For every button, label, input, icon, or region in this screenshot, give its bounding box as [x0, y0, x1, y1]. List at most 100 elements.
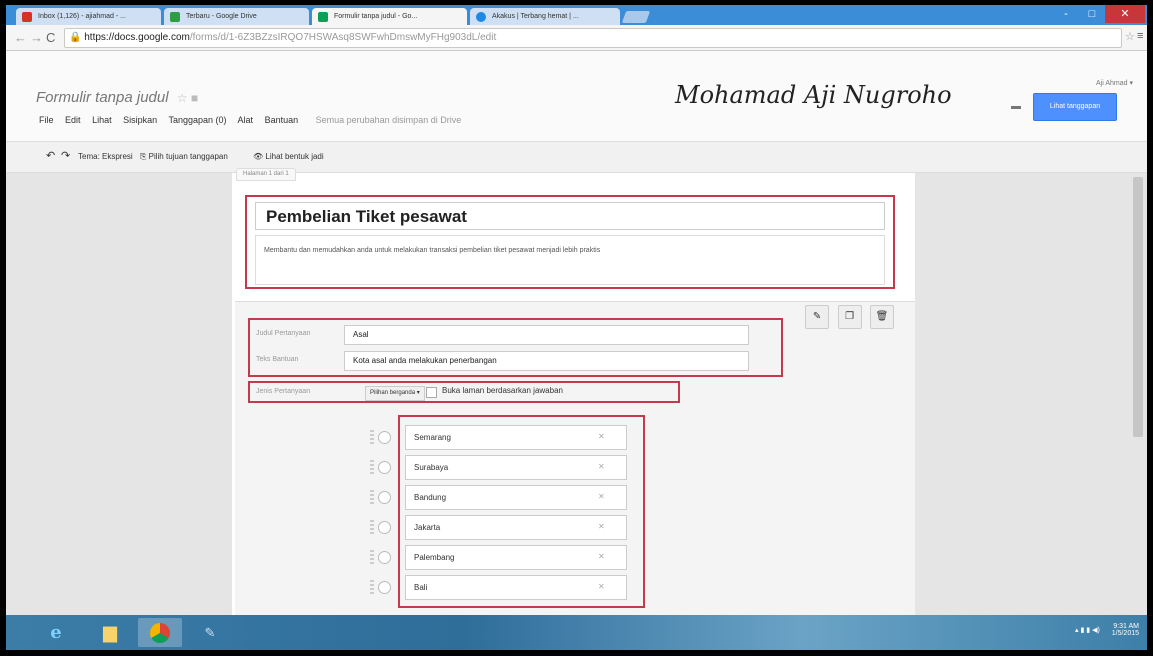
paint-icon[interactable]: ✎: [188, 618, 232, 647]
tray-icons[interactable]: ▴ ▮ ▮ ◀): [1075, 627, 1100, 634]
doc-title-text: Formulir tanpa judul: [36, 89, 169, 106]
question-title-input[interactable]: Asal: [344, 325, 749, 345]
destination-icon: ⎘: [140, 152, 149, 161]
file-explorer-icon[interactable]: ▆: [88, 618, 132, 647]
question-title-label: Judul Pertanyaan: [256, 330, 311, 337]
drag-handle[interactable]: [370, 460, 374, 474]
scrollbar[interactable]: [1133, 177, 1143, 437]
response-destination-button[interactable]: ⎘ Pilih tujuan tanggapan: [140, 152, 228, 162]
option-input[interactable]: Palembang: [405, 545, 627, 570]
chrome-icon[interactable]: [138, 618, 182, 647]
close-window-button[interactable]: ✕: [1105, 5, 1145, 23]
theme-button[interactable]: Tema: Ekspresi: [78, 152, 133, 161]
remove-option-icon[interactable]: ✕: [598, 492, 605, 501]
drag-handle[interactable]: [370, 490, 374, 504]
remove-option-icon[interactable]: ✕: [598, 582, 605, 591]
remove-option-icon[interactable]: ✕: [598, 552, 605, 561]
menu-help[interactable]: Bantuan: [265, 115, 299, 125]
bookmark-star-icon[interactable]: ☆: [1125, 30, 1135, 43]
option-input[interactable]: Surabaya: [405, 455, 627, 480]
drag-handle[interactable]: [370, 580, 374, 594]
question-type-select[interactable]: Pilihan berganda ▾: [365, 386, 425, 401]
new-tab-button[interactable]: [621, 11, 651, 23]
duplicate-icon[interactable]: ❐: [837, 305, 862, 329]
eye-icon: 👁: [253, 152, 266, 161]
menu-insert[interactable]: Sisipkan: [123, 115, 157, 125]
system-tray: ▴ ▮ ▮ ◀) 9:31 AM 1/5/2015: [1075, 623, 1139, 637]
clock-date: 1/5/2015: [1111, 630, 1139, 637]
screen: Inbox (1,126) - ajiahmad - ... Terbaru -…: [6, 5, 1147, 650]
drag-handle[interactable]: [370, 520, 374, 534]
form-editor-area: Halaman 1 dari 1 Pembelian Tiket pesawat…: [6, 168, 1147, 616]
remove-option-icon[interactable]: ✕: [598, 462, 605, 471]
menu-view[interactable]: Lihat: [92, 115, 112, 125]
radio-icon: [378, 431, 391, 444]
tab-inbox[interactable]: Inbox (1,126) - ajiahmad - ...: [16, 8, 161, 25]
radio-icon: [378, 581, 391, 594]
list-item: Surabaya ✕: [370, 455, 640, 480]
view-live-form-button[interactable]: 👁 Lihat bentuk jadi: [253, 152, 324, 161]
form-title-input[interactable]: Pembelian Tiket pesawat: [255, 202, 885, 230]
radio-icon: [378, 461, 391, 474]
menu-file[interactable]: File: [39, 115, 54, 125]
clock-time: 9:31 AM: [1113, 623, 1139, 630]
account-menu[interactable]: Aji Ahmad ▾: [1096, 79, 1133, 87]
view-responses-button[interactable]: Lihat tanggapan: [1033, 93, 1117, 121]
list-item: Bali ✕: [370, 575, 640, 600]
edit-icon[interactable]: ✎: [805, 305, 830, 329]
star-icon[interactable]: ☆ ■: [177, 91, 198, 105]
question-fields: Judul Pertanyaan Asal Teks Bantuan Kota …: [248, 318, 783, 377]
menu-tools[interactable]: Alat: [238, 115, 254, 125]
form-page: Halaman 1 dari 1 Pembelian Tiket pesawat…: [232, 168, 915, 616]
chrome-logo: [150, 623, 170, 644]
option-input[interactable]: Semarang: [405, 425, 627, 450]
branching-label: Buka laman berdasarkan jawaban: [442, 386, 563, 395]
url-input[interactable]: 🔒 https://docs.google.com/forms/d/1-6Z3B…: [64, 28, 1122, 48]
question-actions: ✎ ❐ 🗑: [801, 305, 894, 329]
undo-icon[interactable]: ↶: [46, 149, 55, 162]
remove-option-icon[interactable]: ✕: [598, 522, 605, 531]
help-text-label: Teks Bantuan: [256, 356, 299, 363]
tab-forms[interactable]: Formulir tanpa judul - Go...: [312, 8, 467, 25]
maximize-button[interactable]: □: [1079, 5, 1105, 23]
options-list: Semarang ✕ Surabaya ✕ Bandung ✕ Jakarta …: [370, 415, 645, 608]
menu-icon[interactable]: ≡: [1137, 30, 1143, 42]
form-toolbar: ↶ ↷ Tema: Ekspresi ⎘ Pilih tujuan tangga…: [6, 142, 1147, 173]
delete-icon[interactable]: 🗑: [870, 305, 894, 329]
question-type-label: Jenis Pertanyaan: [256, 388, 311, 395]
url-path: /forms/d/1-6Z3BZzsIRQO7HSWAsq8SWFwhDmswM…: [189, 32, 497, 43]
tab-drive[interactable]: Terbaru - Google Drive: [164, 8, 309, 25]
tab-label: Inbox (1,126) - ajiahmad - ...: [38, 13, 126, 20]
branching-checkbox[interactable]: [426, 387, 437, 398]
list-item: Semarang ✕: [370, 425, 640, 450]
windows-taskbar: e ▆ ✎ ▴ ▮ ▮ ◀) 9:31 AM 1/5/2015: [6, 615, 1147, 650]
comment-icon[interactable]: ▬: [1011, 101, 1021, 112]
drive-icon: [170, 12, 180, 22]
destination-label: Pilih tujuan tanggapan: [148, 152, 228, 161]
clock[interactable]: 9:31 AM 1/5/2015: [1112, 623, 1139, 637]
minimize-button[interactable]: -: [1053, 5, 1079, 23]
tab-airline[interactable]: Akakus | Terbang hemat | ...: [470, 8, 620, 25]
form-description-input[interactable]: Membantu dan memudahkan anda untuk melak…: [255, 235, 885, 285]
drag-handle[interactable]: [370, 550, 374, 564]
reload-icon[interactable]: C: [46, 30, 55, 45]
radio-icon: [378, 491, 391, 504]
menu-responses[interactable]: Tanggapan (0): [168, 115, 226, 125]
option-input[interactable]: Bandung: [405, 485, 627, 510]
radio-icon: [378, 551, 391, 564]
option-input[interactable]: Bali: [405, 575, 627, 600]
drag-handle[interactable]: [370, 430, 374, 444]
remove-option-icon[interactable]: ✕: [598, 432, 605, 441]
lock-icon: 🔒: [69, 32, 82, 43]
list-item: Jakarta ✕: [370, 515, 640, 540]
browser-tab-bar: Inbox (1,126) - ajiahmad - ... Terbaru -…: [6, 5, 1147, 25]
option-input[interactable]: Jakarta: [405, 515, 627, 540]
forward-icon[interactable]: →: [30, 30, 43, 45]
back-icon[interactable]: ←: [14, 30, 27, 45]
help-text-input[interactable]: Kota asal anda melakukan penerbangan: [344, 351, 749, 371]
doc-title[interactable]: Formulir tanpa judul ☆ ■: [36, 89, 198, 106]
page-tab: Halaman 1 dari 1: [236, 168, 296, 181]
internet-explorer-icon[interactable]: e: [34, 618, 78, 647]
menu-edit[interactable]: Edit: [65, 115, 81, 125]
redo-icon[interactable]: ↷: [61, 149, 70, 162]
